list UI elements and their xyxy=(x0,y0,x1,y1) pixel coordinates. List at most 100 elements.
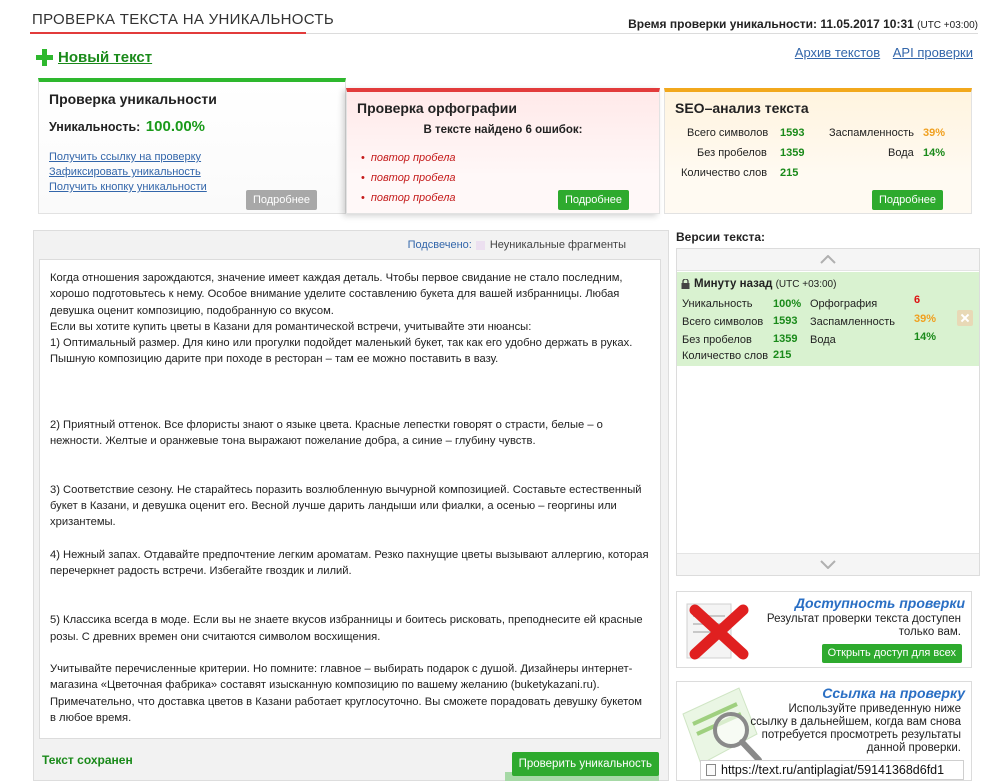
seo-no-spaces-label: Без пробелов xyxy=(697,147,767,159)
text-paragraph xyxy=(50,400,650,416)
uniqueness-row: Уникальность: 100.00% xyxy=(49,118,205,135)
seo-water-label: Вода xyxy=(888,147,914,159)
text-paragraph xyxy=(50,596,650,612)
version-water-label: Вода xyxy=(810,334,836,346)
open-access-button[interactable]: Открыть доступ для всех xyxy=(821,644,962,663)
top-links: Архив текстов API проверки xyxy=(786,45,973,60)
version-time: Минуту назад xyxy=(694,278,773,290)
text-paragraph xyxy=(50,531,650,547)
seo-total-chars-value: 1593 xyxy=(780,127,805,139)
text-paragraph xyxy=(50,466,650,482)
spelling-error-item[interactable]: повтор пробела xyxy=(361,168,456,188)
check-url-field[interactable]: https://text.ru/antiplagiat/59141368d6fd… xyxy=(700,760,964,780)
plus-icon xyxy=(36,49,53,66)
text-paragraph xyxy=(50,449,650,465)
spelling-error-list: повтор пробела повтор пробела повтор про… xyxy=(361,148,456,208)
version-spelling-value: 6 xyxy=(914,294,921,306)
new-text-link[interactable]: Новый текст xyxy=(36,49,152,66)
spelling-error-item[interactable]: повтор пробела xyxy=(361,188,456,208)
link-promo-line: ссылку в дальнейшем, когда вам снова xyxy=(750,716,961,728)
uniqueness-card: Проверка уникальности Уникальность: 100.… xyxy=(38,78,346,214)
api-link[interactable]: API проверки xyxy=(893,45,973,60)
seo-spam-value: 39% xyxy=(923,127,946,139)
check-uniqueness-button[interactable]: Проверить уникальность xyxy=(511,752,659,776)
checked-text[interactable]: Когда отношения зарождаются, значение им… xyxy=(39,259,661,739)
seo-stats: Всего символов 1593 Заспамленность 39% Б… xyxy=(681,127,961,187)
uniqueness-more-button[interactable]: Подробнее xyxy=(245,190,317,210)
version-header: Минуту назад (UTC +03:00) xyxy=(694,278,836,290)
version-spelling-label: Орфография xyxy=(810,298,878,310)
text-paragraph: 2) Приятный оттенок. Все флористы знают … xyxy=(50,418,603,447)
seo-no-spaces-value: 1359 xyxy=(780,147,805,159)
link-promo: Ссылка на проверку Используйте приведенн… xyxy=(676,681,972,781)
page-icon xyxy=(706,764,716,776)
version-water-value: 14% xyxy=(914,331,937,343)
access-promo-text: Результат проверки текста доступен тольк… xyxy=(767,613,961,639)
version-total-chars-value: 1593 xyxy=(773,315,798,327)
uniqueness-links: Получить ссылку на проверку Зафиксироват… xyxy=(49,150,207,195)
lock-access-icon xyxy=(686,603,749,660)
spelling-error-count: В тексте найдено 6 ошибок: xyxy=(423,124,583,136)
saved-status: Текст сохранен xyxy=(42,753,133,767)
scroll-up-button[interactable] xyxy=(677,249,979,271)
seo-total-chars-label: Всего символов xyxy=(687,127,769,139)
uniqueness-value: 100.00% xyxy=(145,118,206,135)
seo-water-value: 14% xyxy=(923,147,946,159)
highlight-swatch xyxy=(475,240,485,250)
version-word-count-value: 215 xyxy=(773,349,792,361)
link-promo-text: Используйте приведенную ниже ссылку в да… xyxy=(750,703,961,755)
link-promo-line: данной проверки. xyxy=(866,742,961,754)
spelling-more-button[interactable]: Подробнее xyxy=(557,190,629,210)
versions-list: Минуту назад (UTC +03:00) Уникальность 1… xyxy=(676,248,980,576)
text-paragraph: Когда отношения зарождаются, значение им… xyxy=(50,272,623,317)
version-uniqueness-label: Уникальность xyxy=(682,298,753,310)
delete-version-icon[interactable] xyxy=(957,310,973,326)
version-spam-label: Заспамленность xyxy=(810,316,895,328)
access-promo: Доступность проверки Результат проверки … xyxy=(676,591,972,668)
fix-uniqueness-link[interactable]: Зафиксировать уникальность xyxy=(49,165,207,180)
chevron-up-icon xyxy=(820,255,836,264)
seo-word-count-label: Количество слов xyxy=(681,167,768,179)
version-no-spaces-value: 1359 xyxy=(773,333,798,345)
version-no-spaces-label: Без пробелов xyxy=(682,334,752,346)
text-paragraph xyxy=(50,368,650,384)
highlight-label: Подсвечено: xyxy=(407,239,472,251)
version-uniqueness-value: 100% xyxy=(773,298,802,310)
check-time: Время проверки уникальности: 11.05.2017 … xyxy=(628,17,978,31)
access-promo-line: только вам. xyxy=(898,626,961,638)
check-url: https://text.ru/antiplagiat/59141368d6fd… xyxy=(721,763,945,777)
page-title: ПРОВЕРКА ТЕКСТА НА УНИКАЛЬНОСТЬ xyxy=(32,11,335,28)
seo-card: SEO–анализ текста Всего символов 1593 За… xyxy=(664,88,972,214)
new-text-label: Новый текст xyxy=(58,49,153,66)
highlight-legend-text: Неуникальные фрагменты xyxy=(489,239,626,251)
title-underline xyxy=(30,32,306,34)
uniqueness-card-title: Проверка уникальности xyxy=(49,91,217,107)
chevron-down-icon xyxy=(820,560,836,569)
text-paragraph: 1) Оптимальный размер. Для кино или прог… xyxy=(50,337,633,366)
text-paragraph: 4) Нежный запах. Отдавайте предпочтение … xyxy=(50,549,649,578)
link-promo-line: Используйте приведенную ниже xyxy=(788,703,961,715)
seo-card-title: SEO–анализ текста xyxy=(675,100,809,116)
check-time-tz: (UTC +03:00) xyxy=(917,20,978,31)
seo-more-button[interactable]: Подробнее xyxy=(871,190,943,210)
version-tz: (UTC +03:00) xyxy=(775,279,837,290)
link-promo-line: потребуется просмотреть результаты xyxy=(761,729,961,741)
spelling-error-item[interactable]: повтор пробела xyxy=(361,148,456,168)
access-promo-title: Доступность проверки xyxy=(794,595,965,611)
uniqueness-label: Уникальность: xyxy=(49,120,141,134)
scroll-down-button[interactable] xyxy=(677,553,979,575)
version-word-count-label: Количество слов xyxy=(682,350,769,362)
version-total-chars-label: Всего символов xyxy=(682,316,764,328)
version-item[interactable]: Минуту назад (UTC +03:00) Уникальность 1… xyxy=(677,272,979,366)
seo-word-count-value: 215 xyxy=(780,167,799,179)
get-check-link[interactable]: Получить ссылку на проверку xyxy=(49,150,207,165)
spelling-card: Проверка орфографии В тексте найдено 6 о… xyxy=(346,88,660,214)
seo-spam-label: Заспамленность xyxy=(829,127,914,139)
text-paragraph xyxy=(50,580,650,596)
versions-title: Версии текста: xyxy=(676,230,766,244)
check-time-label: Время проверки уникальности: 11.05.2017 … xyxy=(628,17,914,31)
get-uniqueness-button-link[interactable]: Получить кнопку уникальности xyxy=(49,180,207,195)
text-panel: Подсвечено: Неуникальные фрагменты Когда … xyxy=(33,230,669,781)
highlight-legend: Подсвечено: Неуникальные фрагменты xyxy=(408,239,626,251)
archive-link[interactable]: Архив текстов xyxy=(795,45,880,60)
